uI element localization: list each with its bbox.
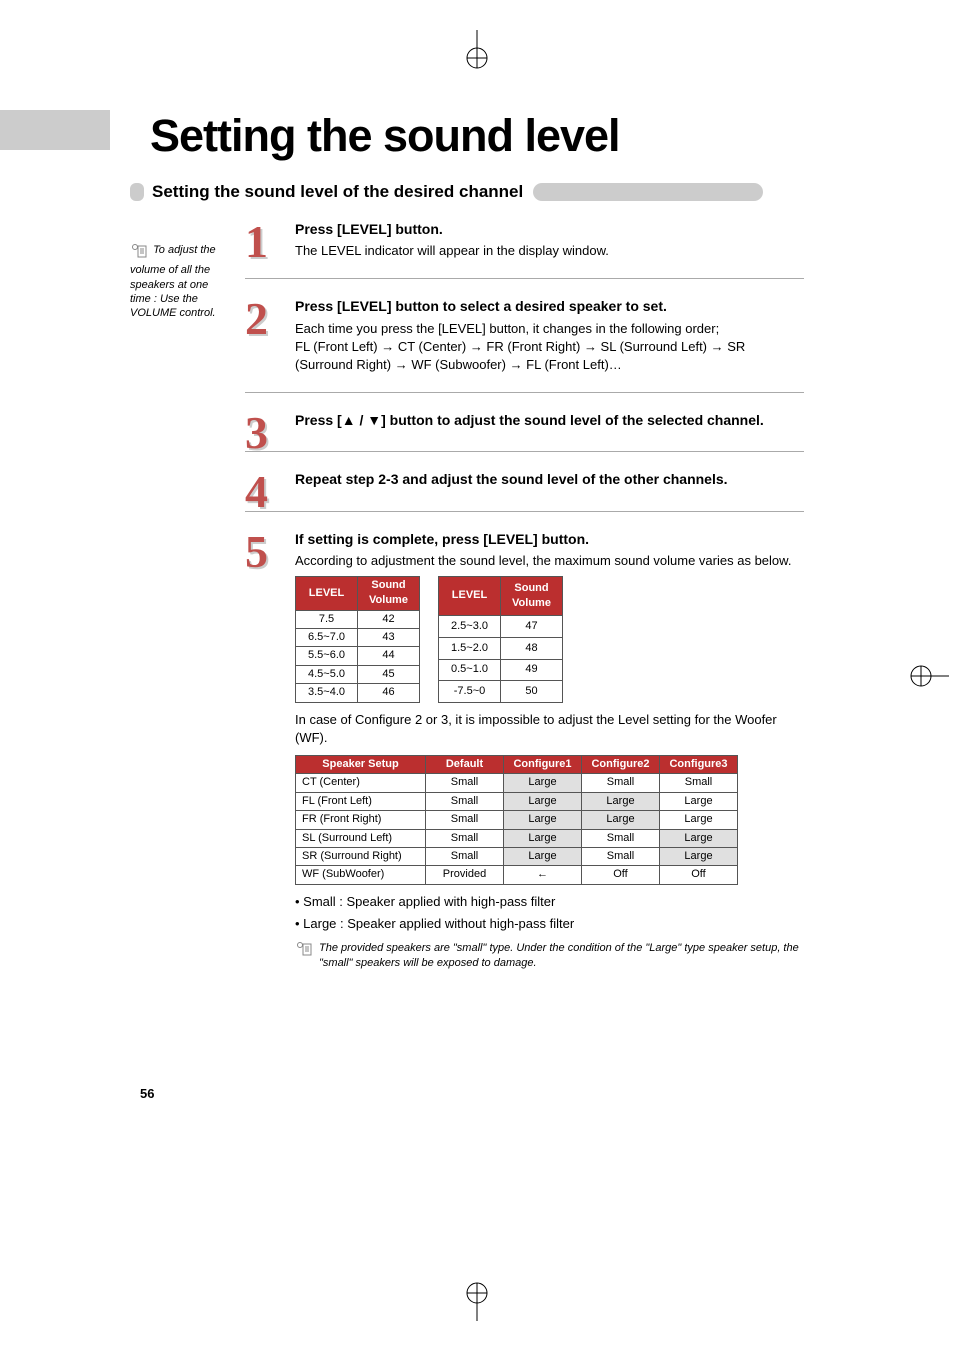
gray-tab: [0, 110, 110, 150]
table-row: FR (Front Right)SmallLargeLargeLarge: [296, 811, 738, 829]
page-content: Setting the sound level Setting the soun…: [0, 0, 954, 990]
table-row: SR (Surround Right)SmallLargeSmallLarge: [296, 847, 738, 865]
footer-note: The provided speakers are "small" type. …: [295, 941, 804, 972]
step-number: 11: [245, 215, 268, 268]
step-3: 33 Press [ / ] button to adjust the soun…: [245, 411, 804, 452]
sidebar-note: To adjust the volume of all the speakers…: [130, 243, 230, 320]
step-4: 44 Repeat step 2-3 and adjust the sound …: [245, 470, 804, 511]
table-row: CT (Center)SmallLargeSmallSmall: [296, 774, 738, 792]
steps-container: 11 Press [LEVEL] button. The LEVEL indic…: [245, 220, 804, 990]
step-title: Press [ / ] button to adjust the sound l…: [295, 411, 804, 429]
page-title: Setting the sound level: [150, 110, 804, 162]
step-2: 22 Press [LEVEL] button to select a desi…: [245, 297, 804, 393]
section-bullet: [130, 183, 144, 201]
step-number: 33: [245, 406, 268, 459]
step-number: 22: [245, 292, 268, 345]
level-table-right: LEVELSound Volume 2.5~3.047 1.5~2.048 0.…: [438, 576, 563, 703]
bullet-list: • Small : Speaker applied with high-pass…: [295, 893, 804, 933]
footer-note-text: The provided speakers are "small" type. …: [319, 941, 804, 972]
configure-table: Speaker Setup Default Configure1 Configu…: [295, 755, 738, 885]
table-row: WF (SubWoofer)Provided←OffOff: [296, 866, 738, 884]
step-title: If setting is complete, press [LEVEL] bu…: [295, 530, 804, 548]
step-body: Each time you press the [LEVEL] button, …: [295, 320, 804, 375]
note-icon: [130, 243, 148, 263]
section-heading: Setting the sound level of the desired c…: [152, 182, 523, 202]
page-number: 56: [140, 1086, 154, 1101]
step-title: Press [LEVEL] button.: [295, 220, 804, 238]
level-tables: LEVELSound Volume 7.542 6.5~7.043 5.5~6.…: [295, 576, 804, 703]
section-tail: [533, 183, 763, 201]
step-title: Press [LEVEL] button to select a desired…: [295, 297, 804, 315]
step-number: 55: [245, 525, 268, 578]
level-table-left: LEVELSound Volume 7.542 6.5~7.043 5.5~6.…: [295, 576, 420, 703]
crop-mark-bottom: [457, 1281, 497, 1321]
note-icon: [295, 941, 313, 972]
arrow-down-icon: [367, 412, 381, 428]
step-body: According to adjustment the sound level,…: [295, 552, 804, 972]
table-row: SL (Surround Left)SmallLargeSmallLarge: [296, 829, 738, 847]
configure-note: In case of Configure 2 or 3, it is impos…: [295, 711, 804, 747]
step-title: Repeat step 2-3 and adjust the sound lev…: [295, 470, 804, 488]
arrow-up-icon: [342, 412, 356, 428]
table-row: FL (Front Left)SmallLargeLargeLarge: [296, 792, 738, 810]
step-5: 55 If setting is complete, press [LEVEL]…: [245, 530, 804, 990]
step-body: The LEVEL indicator will appear in the d…: [295, 242, 804, 260]
step-number: 44: [245, 465, 268, 518]
section-heading-bar: Setting the sound level of the desired c…: [130, 182, 804, 202]
step-1: 11 Press [LEVEL] button. The LEVEL indic…: [245, 220, 804, 279]
